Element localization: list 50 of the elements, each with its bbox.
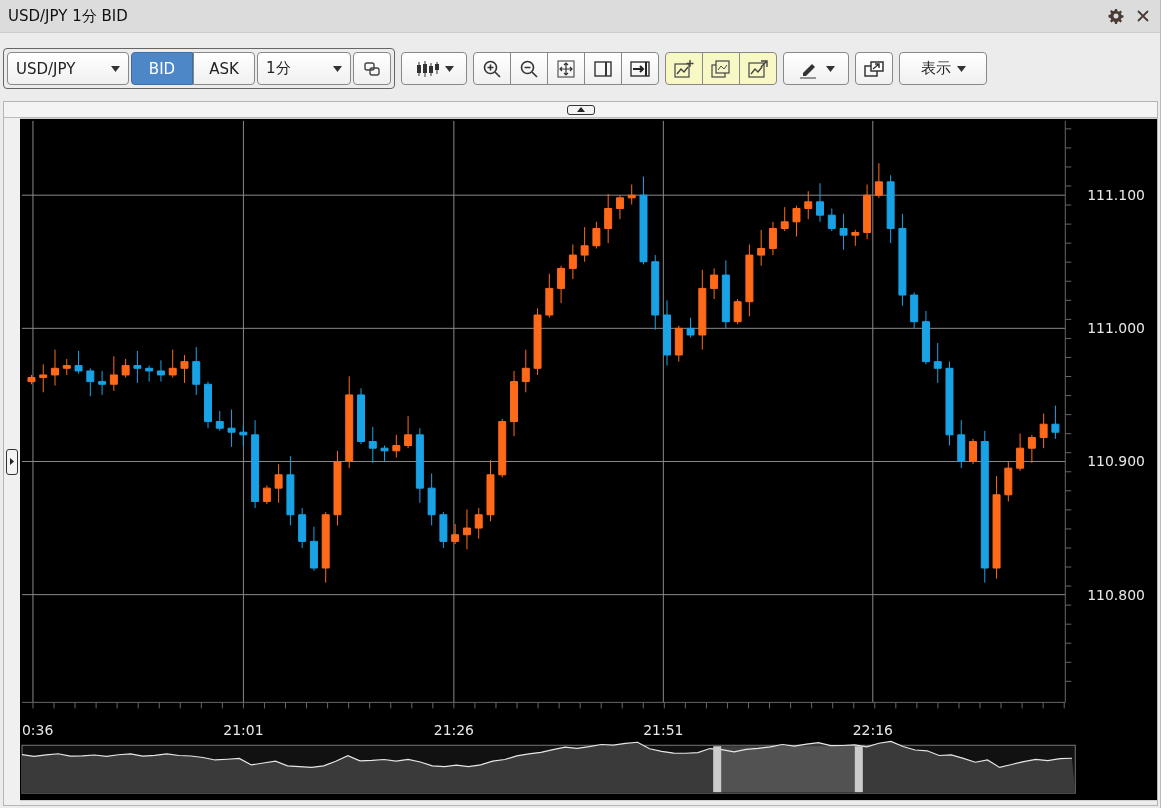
zoom-in-button[interactable] xyxy=(473,52,511,85)
navigator-drawing[interactable] xyxy=(21,740,1076,794)
expand-side-button[interactable] xyxy=(5,448,18,475)
export-chart-button[interactable] xyxy=(739,52,777,85)
up-triangle-icon xyxy=(576,107,585,112)
y-axis-label: 110.800 xyxy=(1087,586,1145,603)
detach-window-button[interactable] xyxy=(855,52,893,85)
chart-arrow-icon xyxy=(747,58,769,79)
zoom-in-icon xyxy=(482,58,502,79)
pair-dropdown[interactable]: USD/JPY xyxy=(7,52,129,85)
overlay-chart-button[interactable] xyxy=(702,52,740,85)
caret-icon xyxy=(333,65,342,72)
collapse-toggle-button[interactable] xyxy=(566,104,595,115)
x-axis-label: 0:36 xyxy=(21,722,54,739)
y-axis-label: 110.900 xyxy=(1087,453,1145,470)
caret-icon xyxy=(825,65,835,72)
panel-button[interactable] xyxy=(584,52,622,85)
x-axis-label: 22:16 xyxy=(852,722,893,739)
linked-squares-icon xyxy=(363,60,381,77)
timeframe-dropdown[interactable]: 1分 xyxy=(257,52,351,85)
y-axis-label: 111.100 xyxy=(1087,187,1145,204)
zoom-out-button[interactable] xyxy=(510,52,548,85)
chart-type-button[interactable] xyxy=(401,52,467,85)
fit-arrows-icon xyxy=(556,58,576,79)
caret-icon xyxy=(444,65,454,72)
x-axis-label: 21:01 xyxy=(223,722,264,739)
right-triangle-icon xyxy=(9,458,14,465)
close-icon[interactable] xyxy=(1136,9,1150,23)
fit-button[interactable] xyxy=(547,52,585,85)
y-axis-label: 111.000 xyxy=(1087,320,1145,337)
draw-tool-button[interactable] xyxy=(783,52,849,85)
stacked-charts-icon xyxy=(710,58,732,79)
window-title: USD/JPY 1分 BID xyxy=(8,6,128,26)
scroll-end-button[interactable] xyxy=(621,52,659,85)
candlestick-icon xyxy=(414,59,439,78)
x-axis-label: 21:26 xyxy=(433,722,474,739)
side-panel-icon xyxy=(593,58,613,79)
price-type-tab[interactable]: ASK xyxy=(193,52,255,85)
chart-plus-icon xyxy=(673,58,695,79)
caret-icon xyxy=(111,65,120,72)
arrow-to-end-icon xyxy=(629,58,651,79)
x-axis-label: 21:51 xyxy=(643,722,684,739)
view-menu-button[interactable]: 表示 xyxy=(899,52,987,85)
link-button[interactable] xyxy=(353,52,391,85)
zoom-out-icon xyxy=(519,58,539,79)
price-type-tab[interactable]: BID xyxy=(131,52,193,85)
add-indicator-button[interactable] xyxy=(665,52,703,85)
popout-window-icon xyxy=(863,58,885,79)
caret-icon xyxy=(956,65,966,72)
settings-icon[interactable] xyxy=(1108,8,1124,24)
